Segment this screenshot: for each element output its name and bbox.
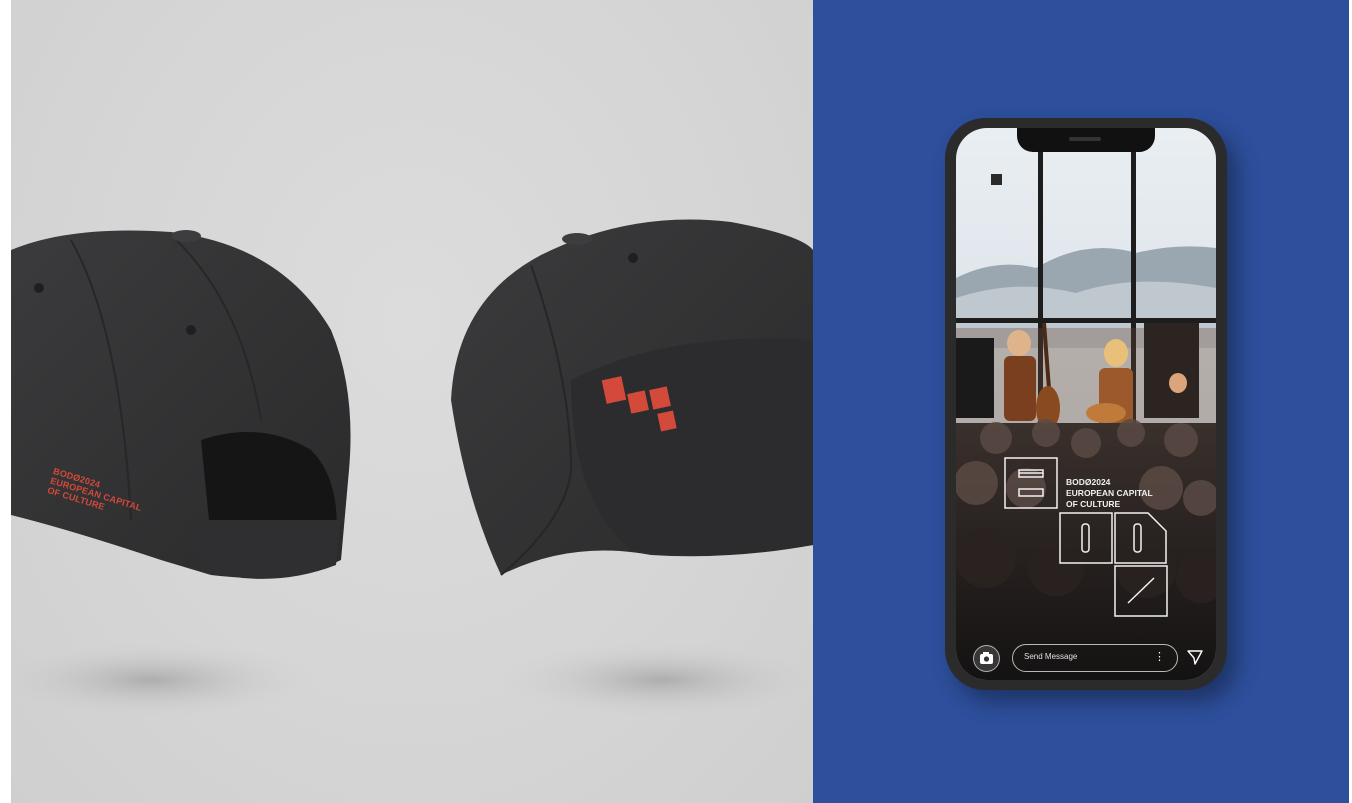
story-title: BODØ2024 EUROPEAN CAPITAL OF CULTURE (1066, 477, 1153, 510)
camera-icon[interactable] (973, 645, 1000, 672)
phone-notch (1017, 128, 1155, 152)
smartphone: BODØ2024 EUROPEAN CAPITAL OF CULTURE Sen… (945, 118, 1227, 690)
cap-shadow-left (11, 640, 321, 720)
story-title-line-2: EUROPEAN CAPITAL (1066, 488, 1153, 498)
cap-back-view (11, 230, 351, 579)
story-title-line-1: BODØ2024 (1066, 477, 1111, 487)
phone-mockup-panel: BODØ2024 EUROPEAN CAPITAL OF CULTURE Sen… (813, 0, 1349, 803)
send-icon[interactable] (1186, 648, 1204, 666)
cap-side-view (451, 219, 813, 576)
caps-photo: BODØ2024 EUROPEAN CAPITAL OF CULTURE (11, 0, 813, 803)
more-icon[interactable]: ⋮ (1154, 650, 1165, 663)
cap-shadow-right (491, 640, 813, 720)
caps-illustration (11, 219, 813, 720)
send-message-placeholder: Send Message (1024, 652, 1078, 661)
story-title-line-3: OF CULTURE (1066, 499, 1121, 509)
story-indicator (991, 174, 1002, 185)
phone-screen: BODØ2024 EUROPEAN CAPITAL OF CULTURE Sen… (956, 128, 1216, 680)
send-message-input[interactable]: Send Message ⋮ (1012, 644, 1178, 672)
concert-photo (956, 128, 1216, 680)
